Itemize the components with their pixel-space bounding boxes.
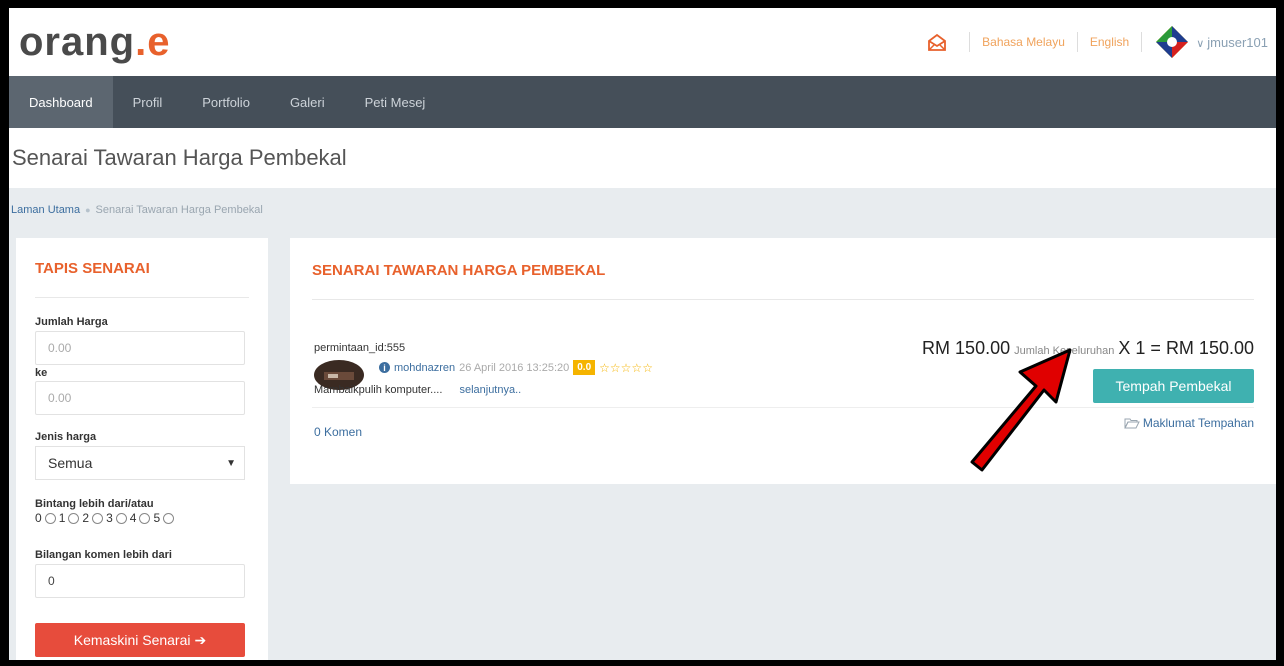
comments-link[interactable]: 0 Komen [314, 425, 362, 439]
star-radio-4[interactable] [139, 512, 151, 524]
filter-title: TAPIS SENARAI [35, 260, 249, 298]
caret-down-icon: ▼ [226, 457, 236, 469]
update-list-label: Kemaskini Senarai [73, 632, 191, 648]
breadcrumb: Laman Utama ● Senarai Tawaran Harga Pemb… [9, 188, 1276, 232]
comments-input[interactable]: 0 [35, 564, 245, 598]
nav-profil[interactable]: Profil [113, 76, 183, 128]
quotation-panel: SENARAI TAWARAN HARGA PEMBEKAL permintaa… [290, 238, 1276, 484]
breadcrumb-separator: ● [85, 205, 91, 215]
avatar[interactable] [1154, 24, 1191, 60]
nav-galeri[interactable]: Galeri [270, 76, 345, 128]
breadcrumb-home-link[interactable]: Laman Utama [11, 204, 80, 216]
breadcrumb-current: Senarai Tawaran Harga Pembekal [95, 204, 263, 216]
stars-label: Bintang lebih dari/atau [35, 498, 154, 510]
price-type-select[interactable]: Semua ▼ [35, 446, 245, 480]
comments-label: Bilangan komen lebih dari [35, 549, 172, 561]
star-radio-0[interactable] [44, 512, 56, 524]
folder-open-icon [1124, 418, 1140, 429]
user-menu[interactable]: ∨ jmuser101 [1196, 35, 1268, 50]
star-radio-2[interactable] [92, 512, 104, 524]
request-id: permintaan_id:555 [314, 342, 406, 354]
booking-info-label: Maklumat Tempahan [1142, 416, 1254, 430]
lang-english-link[interactable]: English [1090, 35, 1129, 49]
price-type-value: Semua [48, 455, 93, 471]
list-item: permintaan_id:555 i mohdnazren 26 April … [312, 238, 1254, 439]
app-frame: orang.e Bahasa Melayu English ∨ jmuser10… [9, 8, 1276, 660]
star-rating-icon: ☆☆☆☆☆ [599, 360, 653, 375]
main-nav: Dashboard Profil Portfolio Galeri Peti M… [9, 76, 1276, 128]
star-radio-group: 0 1 2 3 4 5 [35, 511, 249, 525]
nav-dashboard[interactable]: Dashboard [9, 76, 113, 128]
booking-info-link[interactable]: Maklumat Tempahan [1124, 416, 1254, 430]
filter-sidebar: TAPIS SENARAI Jumlah Harga 0.00 ke 0.00 … [16, 238, 268, 660]
nav-peti-mesej[interactable]: Peti Mesej [345, 76, 446, 128]
star-option-label: 5 [153, 511, 161, 525]
star-option-label: 0 [35, 511, 42, 525]
title-bar: Senarai Tawaran Harga Pembekal [9, 128, 1276, 188]
nav-portfolio[interactable]: Portfolio [182, 76, 270, 128]
price-from-input[interactable]: 0.00 [35, 331, 245, 365]
offer-description: Mambaikpulih komputer.... selanjutnya.. [314, 384, 521, 396]
description-text: Mambaikpulih komputer.... [314, 384, 443, 396]
book-supplier-button[interactable]: Tempah Pembekal [1093, 369, 1254, 403]
price-type-label: Jenis harga [35, 431, 97, 443]
divider [969, 32, 971, 52]
divider [1141, 32, 1143, 52]
star-radio-1[interactable] [68, 512, 80, 524]
star-option-label: 1 [58, 511, 66, 525]
star-option-label: 2 [82, 511, 90, 525]
price-to-input[interactable]: 0.00 [35, 381, 245, 415]
star-option-label: 3 [106, 511, 113, 525]
site-logo[interactable]: orang.e [19, 22, 170, 62]
star-radio-5[interactable] [163, 512, 175, 524]
star-radio-3[interactable] [115, 512, 127, 524]
header-right: Bahasa Melayu English ∨ jmuser101 [927, 8, 1268, 76]
to-label: ke [35, 367, 48, 379]
top-header: orang.e Bahasa Melayu English ∨ jmuser10… [9, 8, 1276, 76]
quantity-total: X 1 = RM 150.00 [1118, 338, 1254, 358]
annotation-arrow-icon [970, 348, 1072, 472]
update-list-button[interactable]: Kemaskini Senarai ➔ [35, 623, 245, 657]
price-label: Jumlah Harga [35, 316, 108, 328]
mail-icon[interactable] [927, 33, 947, 51]
read-more-link[interactable]: selanjutnya.. [459, 384, 521, 396]
rating-badge: 0.0 [573, 360, 596, 375]
divider [1076, 32, 1078, 52]
offer-date: 26 April 2016 13:25:20 [459, 361, 570, 374]
info-icon: i [379, 362, 390, 373]
star-option-label: 4 [129, 511, 137, 525]
chevron-down-icon: ∨ [1196, 37, 1205, 50]
supplier-meta: i mohdnazren 26 April 2016 13:25:20 0.0 … [379, 360, 653, 375]
arrow-circle-right-icon: ➔ [194, 631, 207, 648]
supplier-username-link[interactable]: mohdnazren [394, 362, 455, 374]
lang-malay-link[interactable]: Bahasa Melayu [982, 35, 1065, 49]
page-title: Senarai Tawaran Harga Pembekal [12, 145, 347, 170]
